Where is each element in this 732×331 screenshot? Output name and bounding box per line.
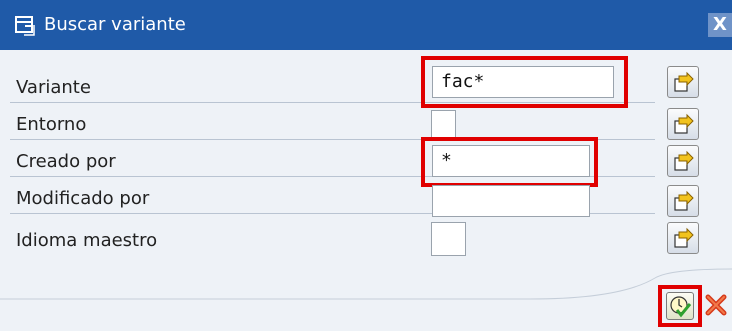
variant-label: Variante [16, 77, 91, 98]
modified-by-label: Modificado por [16, 188, 150, 209]
modified-by-input[interactable] [432, 185, 590, 217]
master-language-label: Idioma maestro [16, 230, 158, 251]
master-language-value-help-button[interactable] [667, 222, 699, 254]
environment-label: Entorno [16, 114, 87, 135]
created-by-value-help-button[interactable] [667, 145, 699, 177]
modified-by-value-help-button[interactable] [667, 185, 699, 217]
variant-input-highlight [421, 56, 628, 108]
execute-check-icon [670, 296, 692, 318]
dialog-window-icon [15, 16, 35, 36]
title-bar: Buscar variante X [0, 0, 732, 50]
master-language-input[interactable] [431, 222, 466, 256]
dialog-title: Buscar variante [44, 14, 186, 35]
execute-button[interactable] [666, 292, 694, 320]
cancel-icon [705, 294, 727, 316]
value-help-icon [674, 71, 694, 92]
environment-value-help-button[interactable] [667, 108, 699, 140]
environment-checkbox[interactable] [431, 110, 456, 140]
value-help-icon [674, 150, 694, 171]
value-help-icon [674, 227, 694, 248]
footer-separator [0, 268, 732, 300]
created-by-label: Creado por [16, 151, 116, 172]
value-help-icon [674, 113, 694, 134]
close-button[interactable]: X [708, 13, 732, 37]
variant-value-help-button[interactable] [667, 66, 699, 98]
cancel-button[interactable] [703, 292, 731, 320]
search-variant-dialog: Buscar variante X Variante fac* Entorno … [0, 0, 732, 331]
row-idioma-maestro: Idioma maestro [10, 222, 655, 256]
close-icon: X [713, 14, 727, 35]
value-help-icon [674, 190, 694, 211]
row-entorno: Entorno [10, 106, 655, 140]
